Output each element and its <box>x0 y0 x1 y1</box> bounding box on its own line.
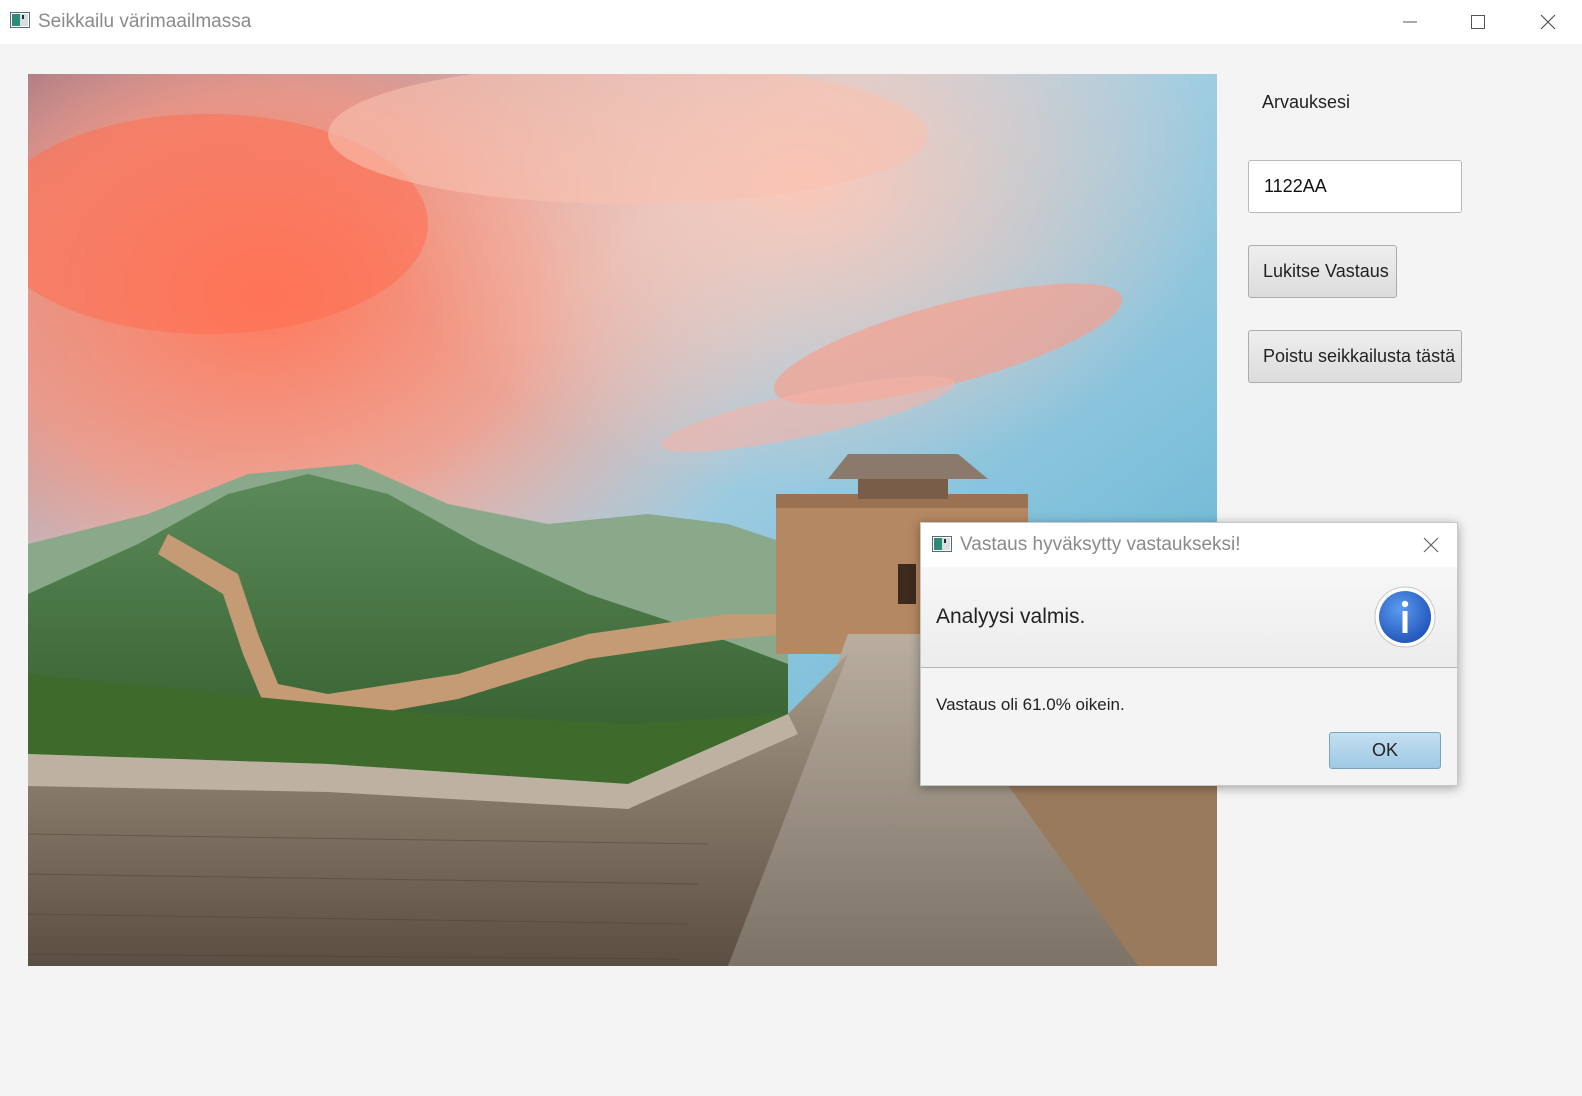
minimize-icon <box>1403 21 1417 23</box>
dialog-title: Vastaus hyväksytty vastaukseksi! <box>960 534 1241 555</box>
guess-label: Arvauksesi <box>1262 92 1351 112</box>
dialog-close-button[interactable] <box>1413 531 1449 559</box>
ok-button[interactable]: OK <box>1329 732 1441 769</box>
dialog-title-bar: Vastaus hyväksytty vastaukseksi! <box>921 523 1457 567</box>
title-bar: Seikkailu värimaailmassa <box>0 0 1582 44</box>
main-window: Seikkailu värimaailmassa Arvauksesi 1122… <box>0 0 1582 1096</box>
close-button[interactable] <box>1518 0 1578 44</box>
info-icon <box>1374 586 1436 648</box>
result-dialog: Vastaus hyväksytty vastaukseksi! Analyys… <box>920 522 1458 786</box>
app-icon <box>10 12 30 28</box>
great-wall-photo <box>28 74 1217 966</box>
exit-adventure-button[interactable]: Poistu seikkailusta tästä <box>1248 330 1462 383</box>
dialog-content-text: Vastaus oli 61.0% oikein. <box>936 695 1125 714</box>
close-icon <box>1423 537 1439 553</box>
lock-answer-button[interactable]: Lukitse Vastaus <box>1248 245 1397 298</box>
maximize-icon <box>1471 15 1485 29</box>
guess-input[interactable] <box>1248 160 1462 213</box>
close-icon <box>1540 14 1556 30</box>
minimize-button[interactable] <box>1380 0 1440 44</box>
maximize-button[interactable] <box>1448 0 1508 44</box>
dialog-header: Analyysi valmis. <box>921 567 1457 668</box>
dialog-header-text: Analyysi valmis. <box>936 605 1086 628</box>
scene-image <box>28 74 1217 966</box>
app-icon <box>932 536 952 552</box>
window-title: Seikkailu värimaailmassa <box>38 11 252 32</box>
